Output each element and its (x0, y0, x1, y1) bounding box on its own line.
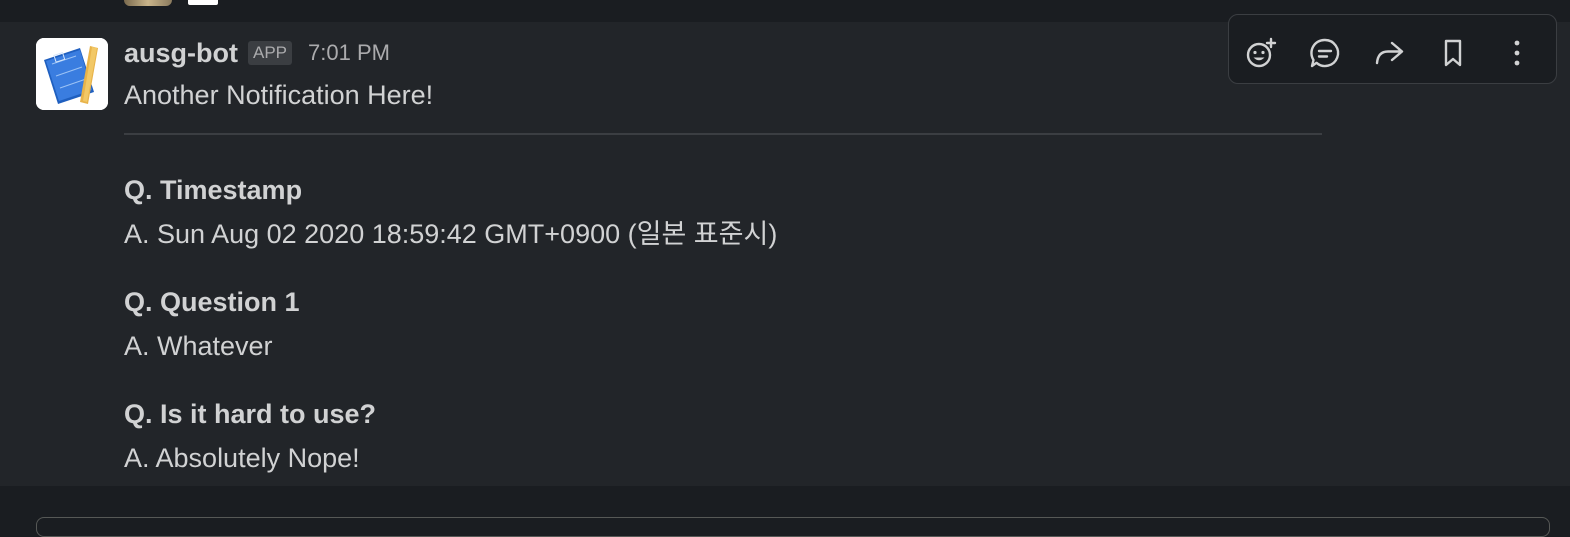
previous-avatar (124, 0, 172, 6)
save-for-later-button[interactable] (1421, 25, 1485, 81)
share-icon (1375, 41, 1404, 65)
more-actions-button[interactable] (1485, 25, 1549, 81)
bookmark-icon (1444, 39, 1462, 67)
add-reaction-icon (1246, 37, 1277, 68)
message[interactable]: ausg-bot APP 7:01 PM Another Notificatio… (0, 14, 1570, 486)
message-text: Another Notification Here! (124, 80, 434, 110)
answer: A. Sun Aug 02 2020 18:59:42 GMT+0900 (일본… (124, 219, 778, 249)
message-actions-toolbar (1228, 14, 1557, 84)
previous-sender-name (188, 0, 218, 5)
reply-in-thread-button[interactable] (1293, 25, 1357, 81)
answer: A. Whatever (124, 331, 273, 361)
message-composer[interactable] (36, 517, 1550, 537)
answer: A. Absolutely Nope! (124, 443, 360, 473)
divider (124, 133, 1322, 135)
app-badge: APP (248, 41, 293, 65)
question: Q. Timestamp (124, 175, 303, 205)
reply-in-thread-icon (1310, 38, 1340, 68)
message-header: ausg-bot APP 7:01 PM (124, 36, 390, 70)
qa-block: Q. Is it hard to use? A. Absolutely Nope… (124, 397, 376, 475)
notebook-icon (36, 38, 108, 110)
qa-block: Q. Timestamp A. Sun Aug 02 2020 18:59:42… (124, 173, 777, 251)
question: Q. Question 1 (124, 287, 300, 317)
qa-block: Q. Question 1 A. Whatever (124, 285, 300, 363)
more-actions-icon (1514, 40, 1520, 66)
share-button[interactable] (1357, 25, 1421, 81)
question: Q. Is it hard to use? (124, 399, 377, 429)
bot-avatar[interactable] (36, 38, 108, 110)
sender-name[interactable]: ausg-bot (124, 38, 238, 69)
message-timestamp[interactable]: 7:01 PM (308, 40, 390, 66)
add-reaction-button[interactable] (1229, 25, 1293, 81)
